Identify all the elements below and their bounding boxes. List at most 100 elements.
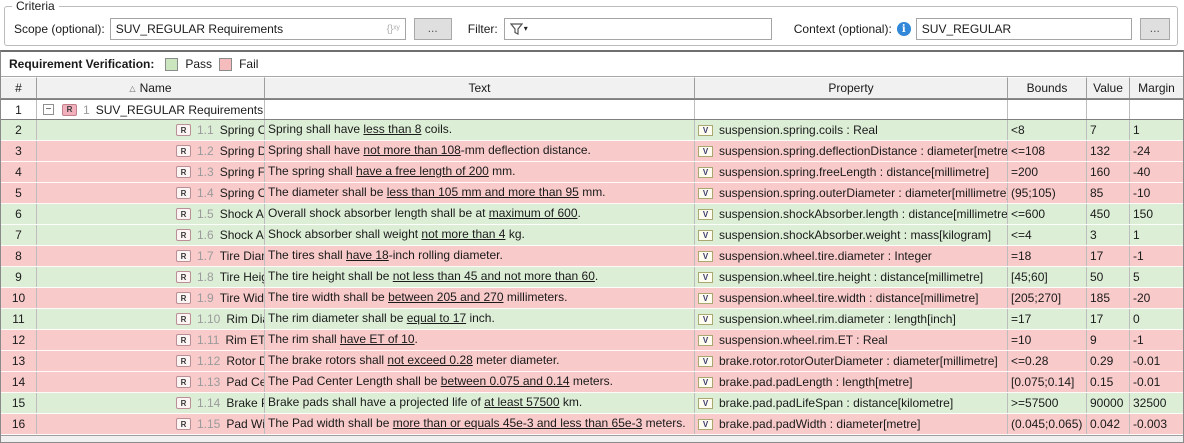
table-row[interactable]: 8R1.7Tire DiameterThe tires shall have 1… [1,246,1183,267]
fail-checkbox[interactable] [219,58,232,71]
scrollbar-track[interactable] [1,435,1183,442]
value-cell: 17 [1087,309,1130,329]
name-cell: R1.12Rotor Diameter [37,351,265,371]
filter-label: Filter: [468,22,498,36]
table-row[interactable]: 10R1.9Tire WidthThe tire width shall be … [1,288,1183,309]
header-text[interactable]: Text [265,77,695,98]
table-row[interactable]: 5R1.4Spring Outer DiameterThe diameter s… [1,183,1183,204]
text-pre: Brake pads shall have a projected life o… [268,395,484,409]
row-number-cell: 3 [1,141,37,161]
row-number-cell: 1 [1,100,37,119]
text-post: millimeters. [504,290,568,304]
text-underlined: not more than 4 [421,227,505,241]
filter-input[interactable]: ▾ [504,18,772,40]
table-row[interactable]: 6R1.5Shock Absorber LengthOverall shock … [1,204,1183,225]
expander-icon[interactable]: − [43,104,54,115]
name-cell: R1.14Brake Pad Life [37,393,265,413]
table-row[interactable]: 11R1.10Rim DiameterThe rim diameter shal… [1,309,1183,330]
bounds-cell: =10 [1008,330,1087,350]
margin-cell: -1 [1130,330,1183,350]
bounds-cell [1008,100,1087,119]
requirement-icon: R [176,124,191,136]
table-row[interactable]: 7R1.6Shock Absorber WeightShock absorber… [1,225,1183,246]
requirement-icon: R [176,292,191,304]
value-cell: 17 [1087,246,1130,266]
table-row[interactable]: 14R1.13Pad Center LengthThe Pad Center L… [1,372,1183,393]
bounds-cell: =200 [1008,162,1087,182]
header-margin[interactable]: Margin [1130,77,1183,98]
filter-dropdown[interactable]: ▾ [510,23,528,35]
verify-icon: V [698,398,713,409]
property-cell: Vsuspension.shockAbsorber.weight : mass[… [695,225,1008,245]
text-post: inch. [466,311,495,325]
scope-input[interactable]: SUV_REGULAR Requirements {}ˣʸ [110,18,406,40]
pass-checkbox[interactable] [165,58,178,71]
text-post: meters. [642,416,685,430]
table-row[interactable]: 15R1.14Brake Pad LifeBrake pads shall ha… [1,393,1183,414]
verify-icon: V [698,209,713,220]
table-row[interactable]: 1−R1SUV_REGULAR Requirements [1,99,1183,120]
name-label: Rim Diameter [226,312,265,326]
property-label: suspension.wheel.tire.height : distance[… [719,270,983,284]
text-underlined: between 205 and 270 [388,290,503,304]
info-icon[interactable]: i [897,22,911,36]
verify-icon: V [698,125,713,136]
table-row[interactable]: 4R1.3Spring Free LengthThe spring shall … [1,162,1183,183]
scope-label: Scope (optional): [14,22,105,36]
verify-icon: V [698,272,713,283]
context-input[interactable]: SUV_REGULAR [916,18,1132,40]
property-cell: Vbrake.pad.padLength : length[metre] [695,372,1008,392]
requirement-icon: R [176,187,191,199]
property-label: suspension.wheel.tire.width : distance[m… [719,291,978,305]
bounds-cell: <=4 [1008,225,1087,245]
context-label: Context (optional): [794,22,892,36]
text-underlined: have a free length of 200 [356,164,489,178]
bounds-cell: [0.075;0.14] [1008,372,1087,392]
name-number: 1 [83,103,90,117]
name-cell: R1.3Spring Free Length [37,162,265,182]
requirement-icon: R [176,418,191,430]
header-name[interactable]: △ Name [37,77,265,98]
name-number: 1.12 [197,354,220,368]
table-row[interactable]: 3R1.2Spring Deflection DistanceSpring sh… [1,141,1183,162]
header-value[interactable]: Value [1087,77,1130,98]
name-number: 1.13 [197,375,220,389]
requirement-icon: R [176,229,191,241]
row-number-cell: 13 [1,351,37,371]
text-post: . [578,206,581,220]
name-number: 1.1 [197,123,214,137]
context-browse-button[interactable]: ... [1140,18,1170,40]
value-cell: 450 [1087,204,1130,224]
property-cell: Vsuspension.wheel.rim.ET : Real [695,330,1008,350]
row-number-cell: 6 [1,204,37,224]
property-label: brake.pad.padLength : length[metre] [719,375,912,389]
text-underlined: at least 57500 [484,395,559,409]
text-underlined: less than 105 mm and more than 95 [387,185,579,199]
bounds-cell: [45;60] [1008,267,1087,287]
text-pre: The tire width shall be [268,290,388,304]
header-bounds[interactable]: Bounds [1008,77,1087,98]
name-cell: R1.5Shock Absorber Length [37,204,265,224]
text-post: -inch rolling diameter. [389,248,503,262]
name-label: Pad Width [226,417,265,431]
table-row[interactable]: 13R1.12Rotor DiameterThe brake rotors sh… [1,351,1183,372]
table-row[interactable]: 16R1.15Pad WidthThe Pad width shall be m… [1,414,1183,435]
text-pre: The brake rotors shall [268,353,387,367]
text-post: mm. [489,164,516,178]
bounds-cell: <=0.28 [1008,351,1087,371]
property-label: suspension.spring.freeLength : distance[… [719,165,989,179]
property-label: suspension.wheel.tire.diameter : Integer [719,249,932,263]
requirement-icon: R [176,166,191,178]
value-cell: 185 [1087,288,1130,308]
header-row-number[interactable]: # [1,77,37,98]
scope-browse-button[interactable]: ... [414,18,452,40]
header-property[interactable]: Property [695,77,1008,98]
text-underlined: more than or equals 45e-3 and less than … [393,416,643,430]
table-row[interactable]: 2R1.1Spring CoilsSpring shall have less … [1,120,1183,141]
name-label: Spring Outer Diameter [220,186,265,200]
table-row[interactable]: 12R1.11Rim ETThe rim shall have ET of 10… [1,330,1183,351]
name-cell: R1.2Spring Deflection Distance [37,141,265,161]
name-label: Spring Coils [220,123,265,137]
table-row[interactable]: 9R1.8Tire HeightThe tire height shall be… [1,267,1183,288]
text-cell: The Pad width shall be more than or equa… [265,414,695,434]
